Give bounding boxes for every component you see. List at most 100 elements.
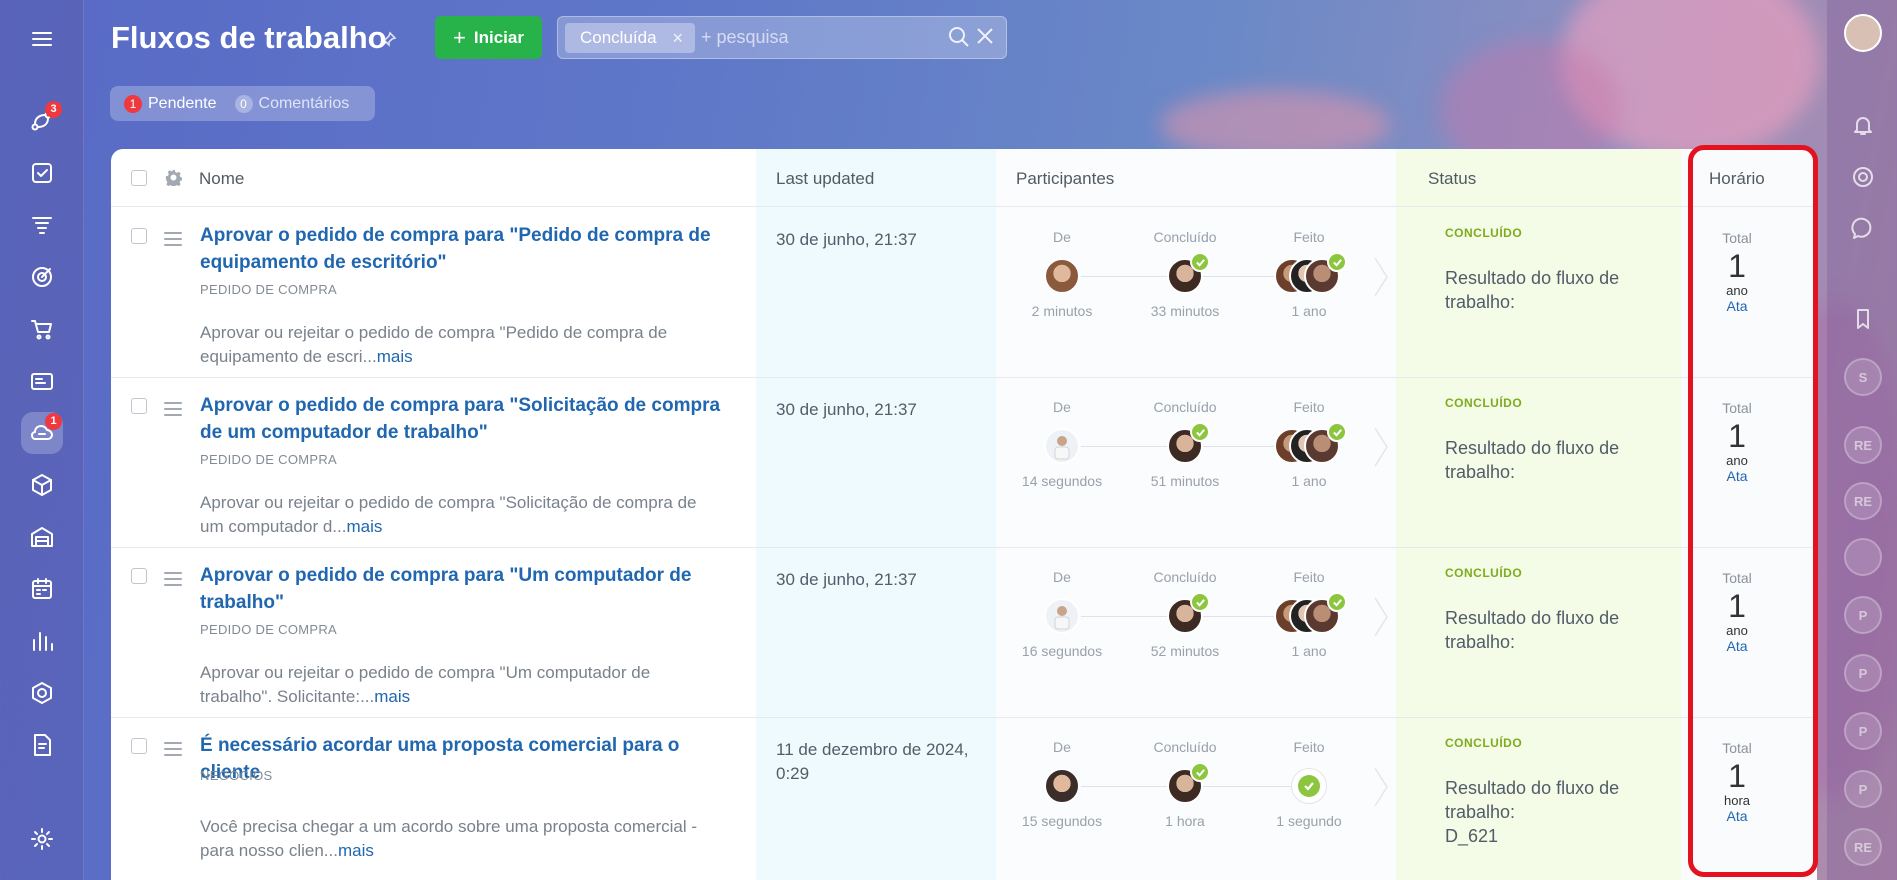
stage-completed-label: Concluído [1153, 569, 1217, 585]
notifications-icon[interactable] [1844, 106, 1882, 144]
user-avatar[interactable] [1844, 14, 1882, 52]
sites-icon[interactable] [21, 360, 63, 402]
status-result: Resultado do fluxo de trabalho: [1445, 268, 1620, 312]
row-checkbox[interactable] [131, 228, 147, 244]
select-all-checkbox[interactable] [131, 170, 147, 186]
contact-avatar[interactable]: P [1844, 712, 1882, 750]
workflow-name-link[interactable]: Aprovar o pedido de compra para "Pedido … [200, 222, 740, 276]
stage-done-label: Feito [1293, 399, 1325, 415]
page-title: Fluxos de trabalho [111, 20, 387, 55]
workflow-type: PEDIDO DE COMPRA [200, 282, 337, 297]
stage-from-time: 14 segundos [1021, 473, 1103, 489]
contact-avatar[interactable]: RE [1844, 482, 1882, 520]
start-button[interactable]: + Iniciar [435, 16, 542, 59]
copilot-icon[interactable] [1844, 158, 1882, 196]
chevron-right-icon[interactable] [1374, 257, 1388, 297]
start-button-label: Iniciar [473, 27, 524, 47]
stage-from-label: De [1053, 399, 1071, 415]
more-link[interactable]: mais [374, 687, 410, 706]
pending-counter[interactable]: 1 Pendente [124, 94, 217, 113]
cart-icon[interactable] [21, 308, 63, 350]
calendar-icon[interactable] [21, 568, 63, 610]
stage-from-time: 2 minutos [1031, 303, 1093, 319]
contact-avatar[interactable]: RE [1844, 828, 1882, 866]
completed-check-icon [1327, 592, 1347, 612]
completed-check-icon [1190, 422, 1210, 442]
drag-handle-icon[interactable] [164, 402, 182, 420]
contact-avatar[interactable]: P [1844, 770, 1882, 808]
search-bar[interactable]: Concluída × + pesquisa [557, 16, 1007, 59]
activity-stream-icon[interactable]: 3 [21, 100, 63, 142]
menu-icon[interactable] [21, 18, 63, 60]
table-row[interactable]: Aprovar o pedido de compra para "Um comp… [111, 548, 1817, 718]
status-badge: CONCLUÍDO [1445, 226, 1523, 240]
pending-label: Pendente [148, 94, 217, 112]
goals-icon[interactable] [21, 256, 63, 298]
search-icon[interactable] [948, 26, 970, 53]
row-checkbox[interactable] [131, 738, 147, 754]
completed-check-icon [1190, 762, 1210, 782]
comments-counter[interactable]: 0 Comentários [234, 94, 349, 113]
drag-handle-icon[interactable] [164, 742, 182, 760]
settings-icon[interactable] [21, 818, 63, 860]
more-link[interactable]: mais [338, 841, 374, 860]
column-status[interactable]: Status [1428, 169, 1476, 189]
marketplace-icon[interactable] [21, 672, 63, 714]
chevron-right-icon[interactable] [1374, 597, 1388, 637]
participant-avatar[interactable] [1044, 428, 1080, 464]
stage-completed-time: 33 minutos [1150, 303, 1220, 319]
participant-avatar[interactable] [1044, 768, 1080, 804]
contact-avatar[interactable]: P [1844, 596, 1882, 634]
description-text: Você precisa chegar a um acordo sobre um… [200, 817, 698, 860]
contact-avatar[interactable]: P [1844, 654, 1882, 692]
analytics-icon[interactable] [21, 620, 63, 662]
pending-count: 1 [124, 94, 142, 113]
workflow-description: Aprovar ou rejeitar o pedido de compra "… [200, 661, 720, 709]
column-last-updated[interactable]: Last updated [776, 169, 874, 189]
participant-avatar[interactable] [1044, 258, 1080, 294]
group-avatar[interactable] [1844, 538, 1882, 576]
crm-icon[interactable] [21, 204, 63, 246]
stage-completed-label: Concluído [1153, 739, 1217, 755]
chevron-right-icon[interactable] [1374, 767, 1388, 807]
filter-chip-label: Concluída [580, 28, 657, 47]
participant-avatar[interactable] [1044, 598, 1080, 634]
workflow-description: Aprovar ou rejeitar o pedido de compra "… [200, 491, 720, 539]
chat-icon[interactable] [1844, 210, 1882, 248]
stage-done-time: 1 segundo [1276, 813, 1342, 829]
more-link[interactable]: mais [377, 347, 413, 366]
inventory-icon[interactable] [21, 464, 63, 506]
contact-avatar[interactable]: RE [1844, 426, 1882, 464]
clear-search-icon[interactable] [976, 27, 994, 50]
contact-avatar[interactable]: S [1844, 358, 1882, 396]
table-row[interactable]: Aprovar o pedido de compra para "Pedido … [111, 208, 1817, 378]
status-result: Resultado do fluxo de trabalho: [1445, 438, 1620, 482]
row-checkbox[interactable] [131, 568, 147, 584]
workflow-name-link[interactable]: É necessário acordar uma proposta comerc… [200, 732, 740, 786]
drag-handle-icon[interactable] [164, 572, 182, 590]
stage-from-label: De [1053, 739, 1071, 755]
bookmark-icon[interactable] [1844, 300, 1882, 338]
more-link[interactable]: mais [346, 517, 382, 536]
tasks-icon[interactable] [21, 152, 63, 194]
workflow-description: Aprovar ou rejeitar o pedido de compra "… [200, 321, 720, 369]
column-settings-icon[interactable] [165, 169, 183, 191]
column-participants[interactable]: Participantes [1016, 169, 1114, 189]
column-name[interactable]: Nome [199, 169, 244, 189]
workflows-icon[interactable]: 1 [21, 412, 63, 454]
search-input[interactable]: + pesquisa [701, 27, 789, 48]
documents-icon[interactable] [21, 724, 63, 766]
warehouse-icon[interactable] [21, 516, 63, 558]
workflow-name-link[interactable]: Aprovar o pedido de compra para "Solicit… [200, 392, 740, 446]
pin-icon[interactable] [381, 31, 397, 52]
stage-completed-time: 52 minutos [1150, 643, 1220, 659]
filter-chip[interactable]: Concluída × [565, 23, 695, 53]
workflow-name-link[interactable]: Aprovar o pedido de compra para "Um comp… [200, 562, 740, 616]
chevron-right-icon[interactable] [1374, 427, 1388, 467]
completed-check-icon [1190, 252, 1210, 272]
table-row[interactable]: Aprovar o pedido de compra para "Solicit… [111, 378, 1817, 548]
drag-handle-icon[interactable] [164, 232, 182, 250]
remove-filter-icon[interactable]: × [672, 28, 683, 49]
row-checkbox[interactable] [131, 398, 147, 414]
table-row[interactable]: É necessário acordar uma proposta comerc… [111, 718, 1817, 880]
